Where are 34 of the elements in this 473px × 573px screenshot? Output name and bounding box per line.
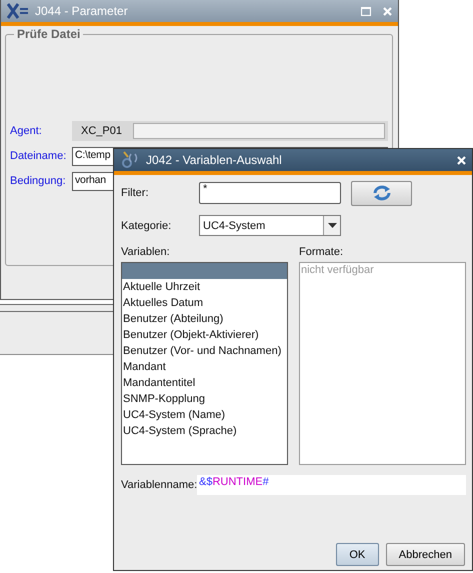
list-item[interactable]: Benutzer (Vor- und Nachnamen) [122, 343, 287, 359]
refresh-icon [372, 185, 392, 201]
dropdown-caret-icon [328, 223, 336, 228]
variable-icon [120, 151, 140, 169]
formats-label: Formate: [299, 246, 344, 260]
list-item[interactable]: Mandantentitel [122, 375, 287, 391]
list-item[interactable]: Aktuelles Datum [122, 295, 287, 311]
list-item[interactable]: SNMP-Kopplung [122, 391, 287, 407]
ok-button[interactable]: OK [336, 543, 379, 566]
window-title: J044 - Parameter [35, 4, 129, 18]
filter-label: Filter: [121, 187, 150, 199]
variable-name-field[interactable]: &$RUNTIME# [197, 475, 466, 495]
window-title: J042 - Variablen-Auswahl [146, 153, 283, 167]
category-dropdown[interactable]: UC4-System [199, 215, 341, 236]
agent-field[interactable]: XC_P01 [72, 121, 388, 141]
close-icon[interactable] [457, 156, 466, 164]
variable-name-label: Variablenname: [121, 479, 197, 491]
group-title: Prüfe Datei [14, 27, 84, 41]
list-item[interactable]: Aktuelle Uhrzeit [122, 279, 287, 295]
list-item[interactable]: UC4-System (Sprache) [122, 423, 287, 439]
cancel-button[interactable]: Abbrechen [386, 543, 465, 566]
list-item[interactable]: Benutzer (Objekt-Aktivierer) [122, 327, 287, 343]
app-logo-icon [7, 3, 29, 19]
refresh-button[interactable] [351, 180, 412, 206]
list-item[interactable]: UC4-System (Name) [122, 407, 287, 423]
category-label: Kategorie: [121, 220, 172, 232]
list-item[interactable]: Benutzer (Abteilung) [122, 311, 287, 327]
filter-field[interactable]: * [199, 182, 341, 204]
field-label: Dateiname: [10, 150, 68, 162]
list-item[interactable]: Mandant [122, 359, 287, 375]
variables-label: Variablen: [121, 246, 171, 260]
maximize-icon[interactable] [361, 6, 371, 16]
field-label: Bedingung: [10, 175, 67, 187]
field-label: Agent: [10, 125, 43, 137]
